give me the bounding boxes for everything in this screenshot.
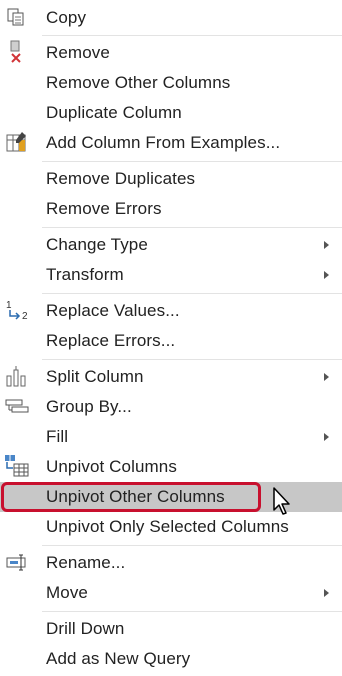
menu-item-replace-errors[interactable]: Replace Errors... (0, 326, 342, 356)
menu-item-label: Split Column (46, 367, 144, 386)
mouse-pointer-icon (272, 486, 296, 518)
menu-item-transform[interactable]: Transform (0, 260, 342, 290)
menu-item-label: Add Column From Examples... (46, 133, 281, 152)
replace-values-icon: 1 2 (3, 296, 31, 326)
menu-item-group-by[interactable]: Group By... (0, 392, 342, 422)
copy-icon (3, 3, 31, 33)
svg-text:1: 1 (6, 300, 12, 311)
submenu-arrow-icon (324, 589, 329, 597)
menu-item-split-column[interactable]: Split Column (0, 362, 342, 392)
menu-separator (42, 35, 342, 36)
menu-item-remove-duplicates[interactable]: Remove Duplicates (0, 164, 342, 194)
menu-item-label: Fill (46, 427, 69, 446)
menu-item-label: Replace Errors... (46, 331, 176, 350)
menu-item-label: Unpivot Other Columns (46, 487, 225, 506)
menu-item-label: Remove Duplicates (46, 169, 196, 188)
menu-item-label: Copy (46, 8, 87, 27)
menu-item-add-column-from-examples[interactable]: Add Column From Examples... (0, 128, 342, 158)
menu-item-remove-other-columns[interactable]: Remove Other Columns (0, 68, 342, 98)
menu-item-label: Drill Down (46, 619, 125, 638)
group-by-icon (3, 392, 31, 422)
context-menu: Copy Remove Remove Other Columns Duplica… (0, 0, 342, 676)
menu-item-label: Remove Errors (46, 199, 162, 218)
menu-separator (42, 227, 342, 228)
menu-item-label: Remove Other Columns (46, 73, 231, 92)
menu-separator (42, 161, 342, 162)
menu-item-unpivot-columns[interactable]: Unpivot Columns (0, 452, 342, 482)
submenu-arrow-icon (324, 241, 329, 249)
menu-separator (42, 611, 342, 612)
submenu-arrow-icon (324, 271, 329, 279)
menu-item-label: Group By... (46, 397, 132, 416)
menu-item-change-type[interactable]: Change Type (0, 230, 342, 260)
menu-item-label: Remove (46, 43, 110, 62)
menu-item-copy[interactable]: Copy (0, 3, 342, 33)
column-examples-icon (3, 128, 31, 158)
menu-item-duplicate-column[interactable]: Duplicate Column (0, 98, 342, 128)
menu-item-label: Rename... (46, 553, 126, 572)
submenu-arrow-icon (324, 433, 329, 441)
split-column-icon (3, 362, 31, 392)
menu-item-drill-down[interactable]: Drill Down (0, 614, 342, 644)
menu-item-label: Move (46, 583, 88, 602)
svg-text:2: 2 (22, 311, 28, 322)
menu-item-remove[interactable]: Remove (0, 38, 342, 68)
unpivot-icon (3, 452, 31, 482)
menu-separator (42, 545, 342, 546)
remove-icon (3, 38, 31, 68)
menu-item-move[interactable]: Move (0, 578, 342, 608)
menu-item-add-as-new-query[interactable]: Add as New Query (0, 644, 342, 674)
menu-item-label: Unpivot Only Selected Columns (46, 517, 289, 536)
menu-item-label: Add as New Query (46, 649, 191, 668)
menu-item-rename[interactable]: Rename... (0, 548, 342, 578)
menu-separator (42, 359, 342, 360)
menu-item-label: Change Type (46, 235, 148, 254)
menu-item-remove-errors[interactable]: Remove Errors (0, 194, 342, 224)
menu-item-label: Unpivot Columns (46, 457, 177, 476)
menu-item-label: Duplicate Column (46, 103, 182, 122)
menu-separator (42, 293, 342, 294)
menu-item-replace-values[interactable]: 1 2 Replace Values... (0, 296, 342, 326)
menu-item-label: Transform (46, 265, 124, 284)
rename-icon (3, 548, 31, 578)
menu-item-label: Replace Values... (46, 301, 180, 320)
menu-item-fill[interactable]: Fill (0, 422, 342, 452)
submenu-arrow-icon (324, 373, 329, 381)
